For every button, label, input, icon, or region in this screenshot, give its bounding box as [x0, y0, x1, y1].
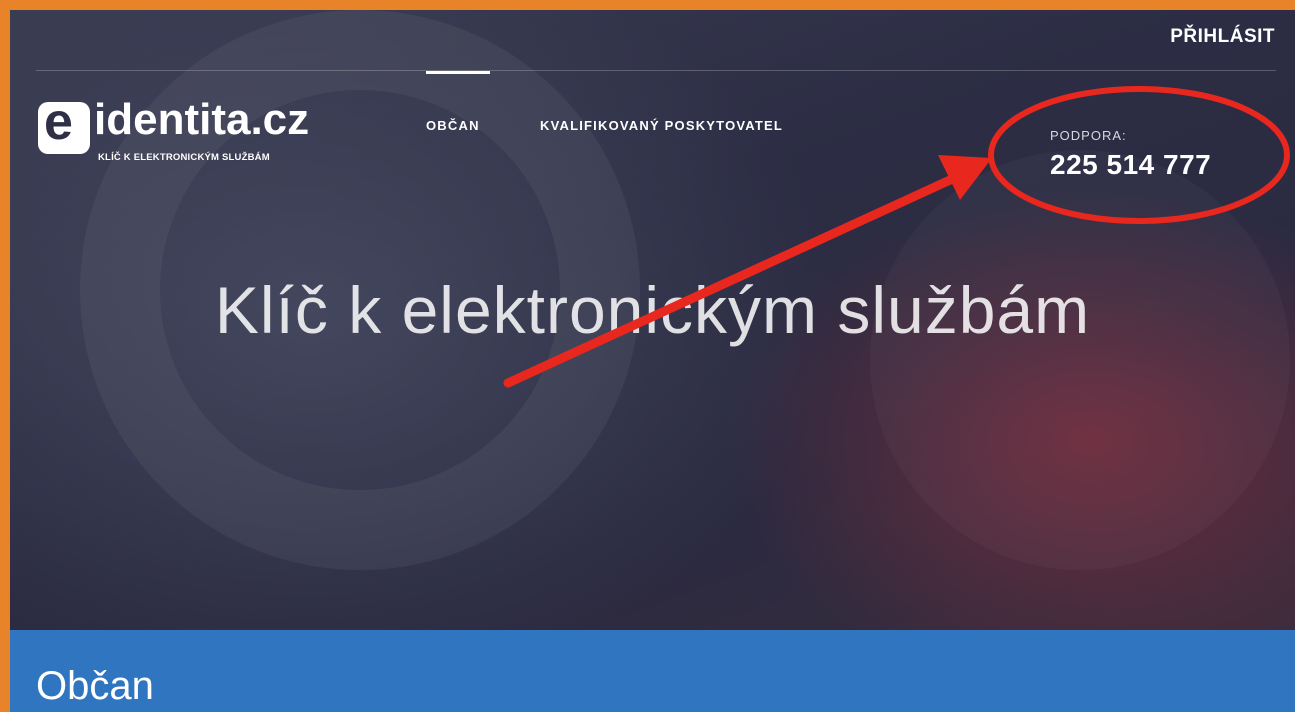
- hero-banner: PŘIHLÁSIT e identita.cz KLÍČ K ELEKTRONI…: [10, 10, 1295, 630]
- decorative-circle-2: [870, 150, 1290, 570]
- nav-item-obcan[interactable]: OBČAN: [426, 118, 480, 133]
- logo-e-letter: e: [44, 93, 73, 151]
- section-title: Občan: [36, 664, 154, 708]
- support-label: PODPORA:: [1050, 128, 1127, 143]
- support-phone[interactable]: 225 514 777: [1050, 149, 1211, 181]
- login-link[interactable]: PŘIHLÁSIT: [1170, 26, 1275, 48]
- nav-item-kvalifikovany-poskytovatel[interactable]: KVALIFIKOVANÝ POSKYTOVATEL: [540, 118, 783, 133]
- logo-wordmark: identita.cz: [94, 95, 310, 144]
- page-frame: PŘIHLÁSIT e identita.cz KLÍČ K ELEKTRONI…: [10, 10, 1295, 712]
- logo-tagline: KLÍČ K ELEKTRONICKÝM SLUŽBÁM: [98, 152, 270, 163]
- support-contact: PODPORA: 225 514 777: [1050, 128, 1211, 181]
- header-divider: [36, 70, 1276, 71]
- nav-active-indicator: [426, 71, 490, 74]
- section-band: Občan: [10, 630, 1295, 712]
- hero-headline: Klíč k elektronickým službám: [214, 273, 1091, 347]
